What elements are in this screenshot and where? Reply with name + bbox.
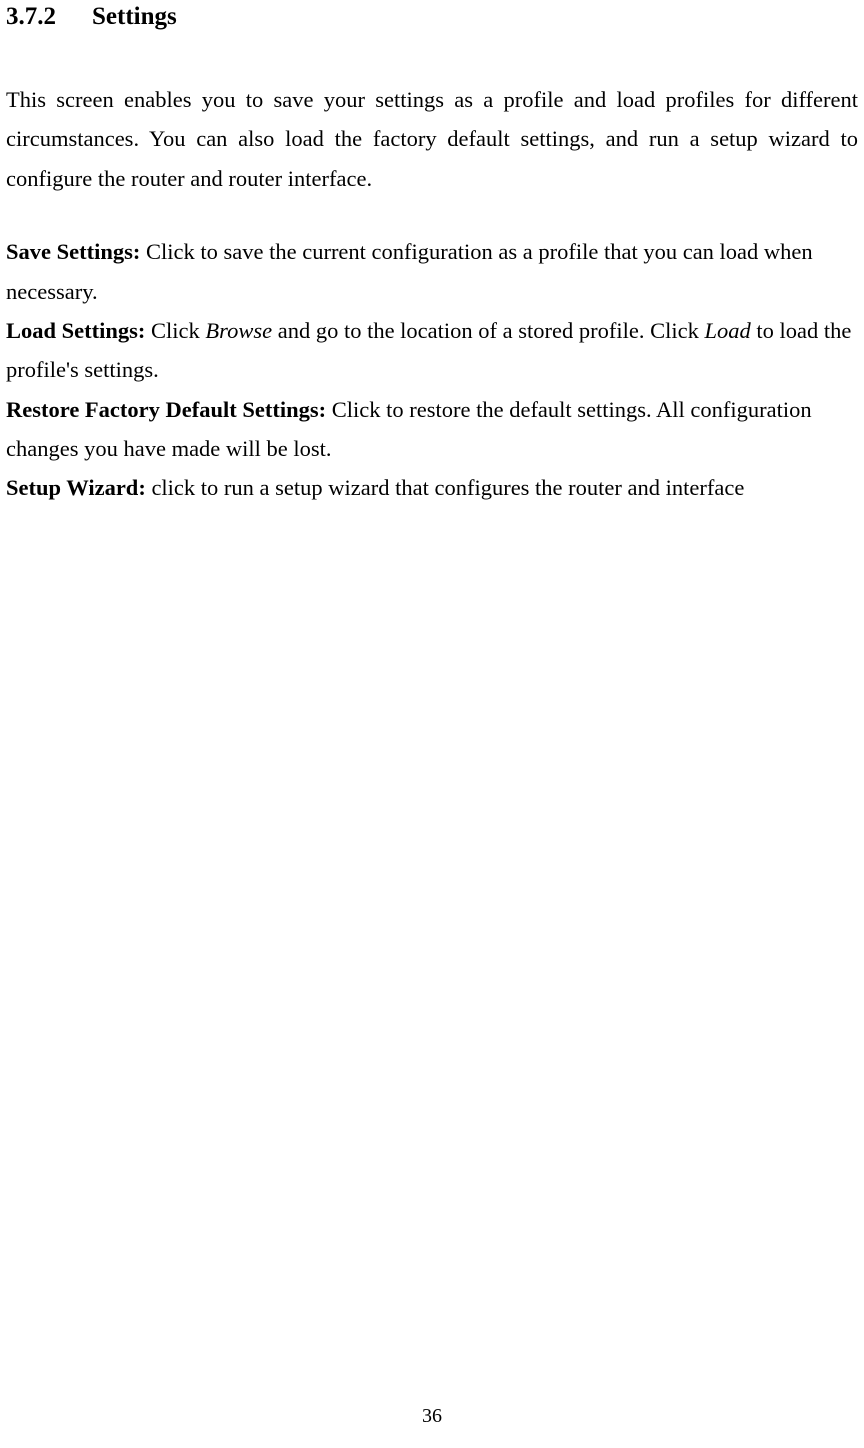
save-settings-item: Save Settings: Click to save the current…: [6, 232, 858, 311]
browse-word: Browse: [205, 318, 272, 343]
page-number: 36: [0, 1405, 864, 1428]
document-page: 3.7.2 Settings This screen enables you to…: [0, 0, 864, 1448]
load-settings-item: Load Settings: Click Browse and go to th…: [6, 311, 858, 390]
setup-wizard-label: Setup Wizard:: [6, 475, 146, 500]
save-settings-label: Save Settings:: [6, 239, 140, 264]
load-settings-pre: Click: [145, 318, 205, 343]
load-settings-label: Load Settings:: [6, 318, 145, 343]
setup-wizard-text: click to run a setup wizard that configu…: [146, 475, 745, 500]
intro-paragraph: This screen enables you to save your set…: [6, 80, 858, 198]
setup-wizard-item: Setup Wizard: click to run a setup wizar…: [6, 468, 858, 507]
restore-settings-item: Restore Factory Default Settings: Click …: [6, 390, 858, 469]
load-settings-mid: and go to the location of a stored profi…: [272, 318, 704, 343]
section-title: Settings: [92, 3, 177, 30]
restore-settings-label: Restore Factory Default Settings:: [6, 397, 326, 422]
section-heading: 3.7.2 Settings: [6, 0, 858, 32]
load-word: Load: [704, 318, 750, 343]
section-number: 3.7.2: [6, 2, 56, 32]
